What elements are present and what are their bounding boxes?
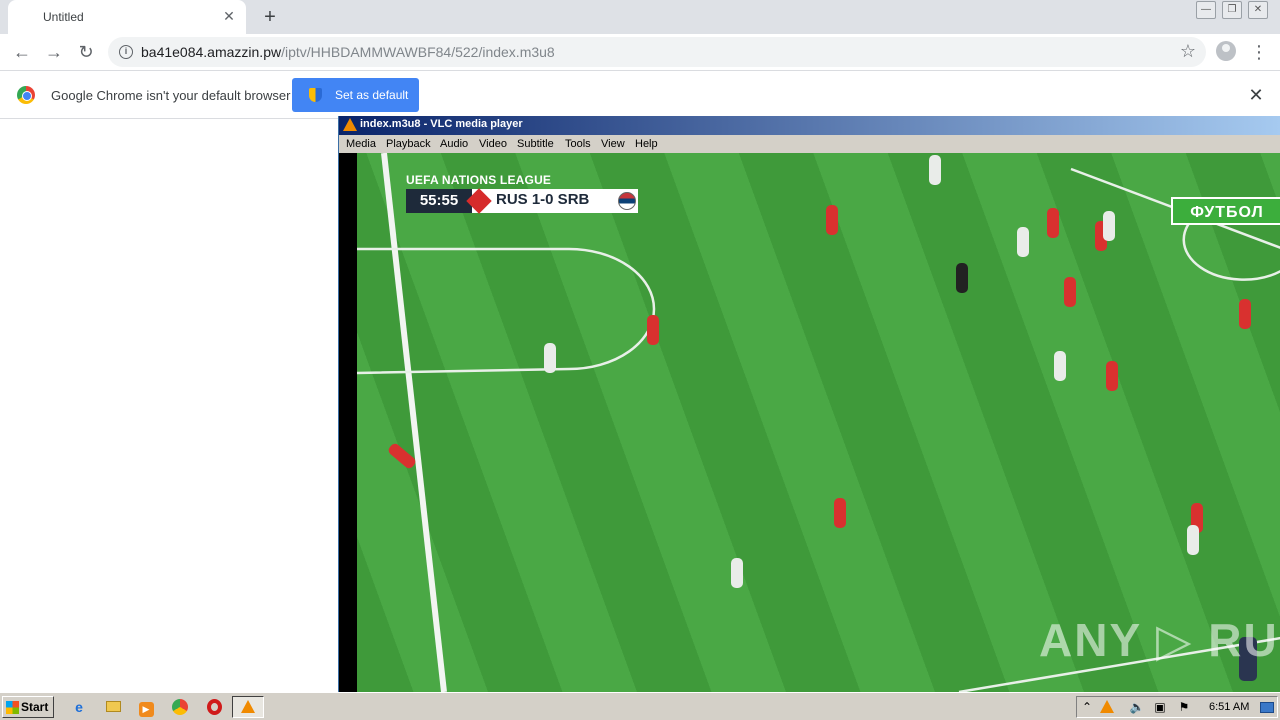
system-tray: ⌃ 🔈 ▣ ⚑ 6:51 AM [1076,696,1278,718]
set-as-default-label: Set as default [335,88,409,102]
tab-title: Untitled [43,10,84,24]
set-as-default-button[interactable]: Set as default [292,78,419,112]
menu-playback[interactable]: Playback [386,138,431,150]
menu-subtitle[interactable]: Subtitle [517,138,554,150]
menu-audio[interactable]: Audio [440,138,468,150]
tab-strip: Untitled ✕ + — ❐ ✕ [0,0,1280,34]
player-figure [544,343,556,373]
player-figure [826,205,838,235]
url-text[interactable]: ba41e084.amazzin.pw/iptv/HHBDAMMWAWBF84/… [141,44,555,60]
player-figure [1187,525,1199,555]
windows-logo-icon [6,701,19,714]
taskbar: Start e ▶ ⌃ 🔈 ▣ ⚑ 6:51 AM [0,692,1280,720]
vlc-cone-icon [241,700,255,713]
flag-icon[interactable]: ⚑ [1176,699,1192,715]
league-label: UEFA NATIONS LEAGUE [406,173,552,187]
window-controls: — ❐ ✕ [1196,0,1268,19]
player-figure [1054,351,1066,381]
vlc-menu-bar: Media Playback Audio Video Subtitle Tool… [339,135,1280,153]
referee-figure [956,263,968,293]
menu-tools[interactable]: Tools [565,138,591,150]
start-button[interactable]: Start [2,696,54,718]
player-figure [1047,208,1059,238]
menu-view[interactable]: View [601,138,625,150]
vlc-window: index.m3u8 - VLC media player Media Play… [338,116,1280,692]
menu-media[interactable]: Media [346,138,376,150]
player-figure [1106,361,1118,391]
profile-avatar-icon[interactable] [1216,41,1236,61]
shield-icon [309,88,322,102]
opera-icon[interactable] [204,697,224,717]
player-figure [1239,299,1251,329]
bookmark-star-icon[interactable]: ☆ [1180,41,1196,62]
start-label: Start [21,700,49,714]
minimize-button[interactable]: — [1196,1,1216,19]
menu-help[interactable]: Help [635,138,658,150]
url-host: ba41e084.amazzin.pw [141,44,282,60]
serbia-flag-icon [618,192,636,210]
match-clock: 55:55 [406,189,472,213]
tab-untitled[interactable]: Untitled ✕ [8,0,246,34]
video-frame[interactable]: UEFA NATIONS LEAGUE 55:55 RUS 1-0 SRB ФУ… [339,153,1280,692]
show-desktop-icon[interactable] [1259,699,1275,715]
infobar-message: Google Chrome isn't your default browser [51,88,291,103]
chrome-logo-icon [17,86,35,104]
menu-video[interactable]: Video [479,138,507,150]
url-path: /iptv/HHBDAMMWAWBF84/522/index.m3u8 [281,44,555,60]
chrome-menu-icon[interactable]: ⋮ [1250,40,1268,64]
default-browser-infobar: Google Chrome isn't your default browser… [0,71,1280,119]
player-figure [647,315,659,345]
player-figure [731,558,743,588]
channel-logo: ФУТБОЛ [1171,197,1280,225]
forward-button[interactable]: → [42,40,66,64]
player-figure [1103,211,1115,241]
internet-explorer-icon[interactable]: e [69,697,89,717]
infobar-close-icon[interactable]: ✕ [1246,85,1266,106]
chevron-up-icon[interactable]: ⌃ [1079,699,1095,715]
anyrun-watermark: ANY ▷ RUN [1039,614,1280,666]
tray-clock[interactable]: 6:51 AM [1209,701,1249,713]
player-figure [1064,277,1076,307]
back-button[interactable]: ← [10,40,34,64]
vlc-tray-icon[interactable] [1099,699,1115,715]
reload-button[interactable]: ↻ [74,40,98,64]
restore-button[interactable]: ❐ [1222,1,1242,19]
close-window-button[interactable]: ✕ [1248,1,1268,19]
address-bar[interactable]: i ba41e084.amazzin.pw/iptv/HHBDAMMWAWBF8… [108,37,1206,67]
vlc-window-title: index.m3u8 - VLC media player [360,118,523,130]
speaker-icon[interactable]: 🔈 [1129,699,1145,715]
tab-close-icon[interactable]: ✕ [221,8,237,24]
scoreboard: 55:55 RUS 1-0 SRB [406,188,638,214]
match-score: RUS 1-0 SRB [496,191,590,208]
folder-icon[interactable] [103,697,123,717]
chrome-taskbar-icon[interactable] [170,697,190,717]
vlc-cone-icon [343,118,357,132]
vlc-taskbar-button[interactable] [232,696,264,718]
pitch-lines [339,153,1280,692]
network-icon[interactable]: ▣ [1152,699,1168,715]
player-figure [834,498,846,528]
site-info-icon[interactable]: i [119,45,133,59]
player-figure [929,155,941,185]
new-tab-button[interactable]: + [258,5,282,29]
player-figure [1017,227,1029,257]
media-player-icon[interactable]: ▶ [136,697,156,717]
browser-toolbar: ← → ↻ i ba41e084.amazzin.pw/iptv/HHBDAMM… [0,34,1280,71]
vlc-title-bar[interactable]: index.m3u8 - VLC media player [339,116,1280,135]
